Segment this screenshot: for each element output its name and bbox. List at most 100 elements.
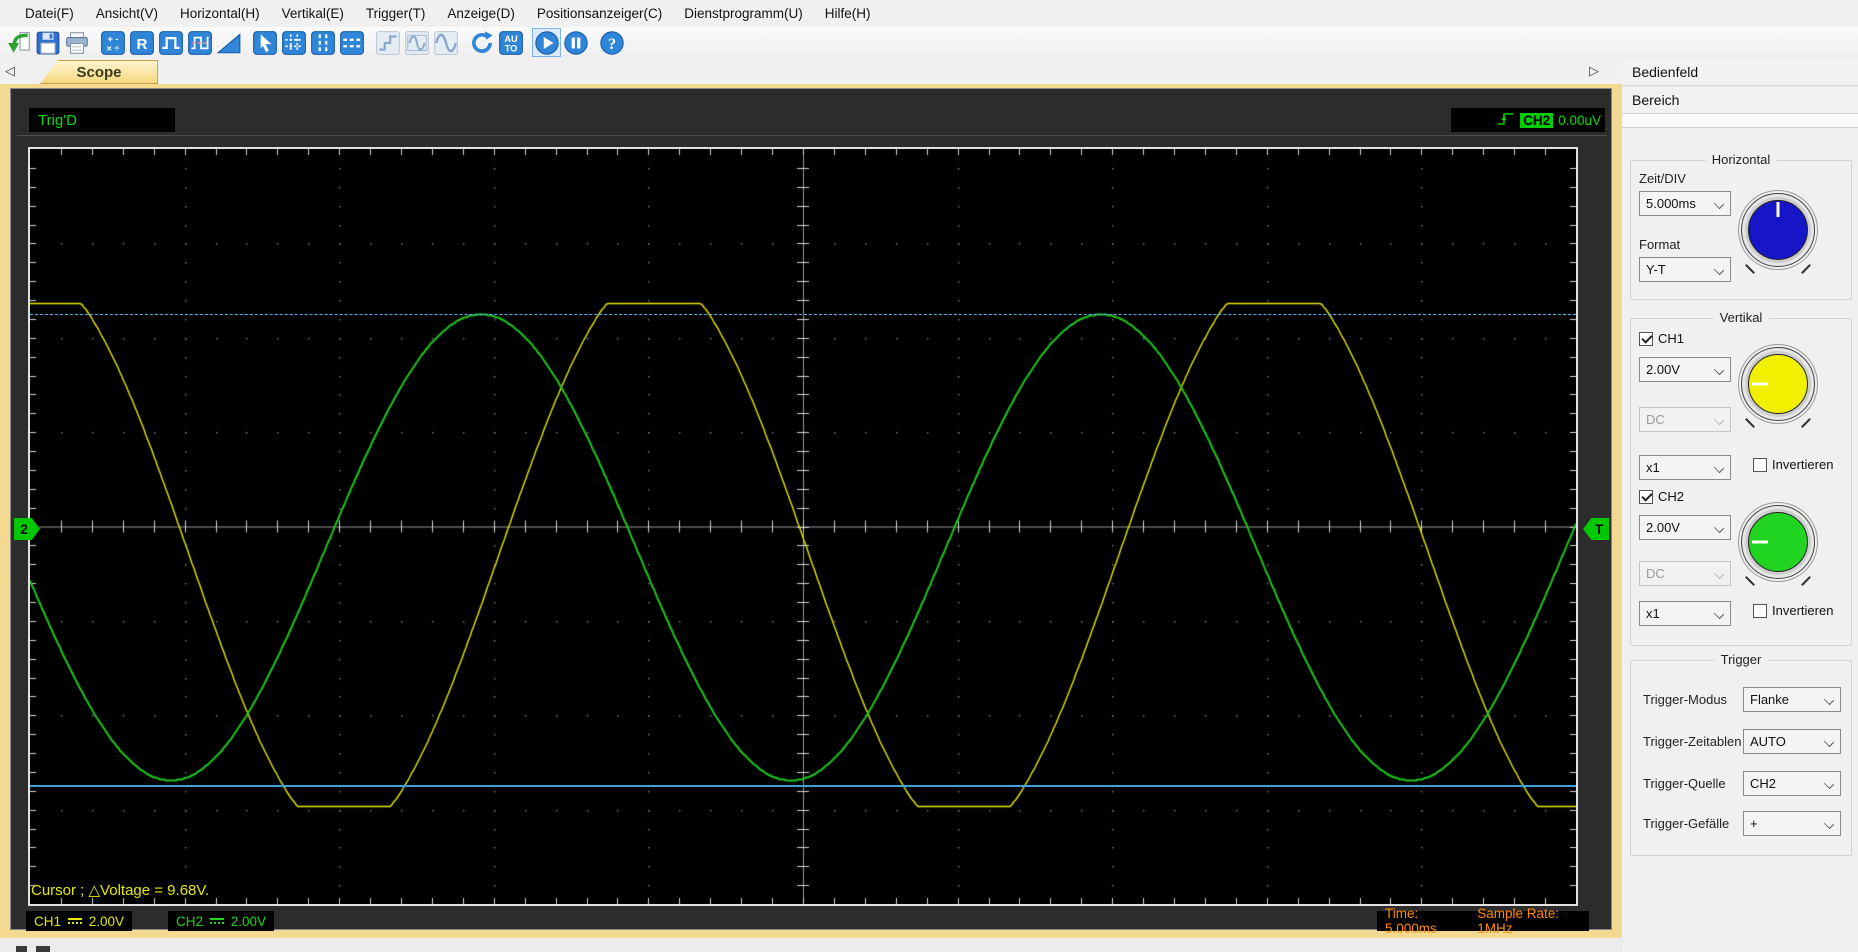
dc-coupling-icon (68, 918, 82, 924)
format-label: Format (1639, 237, 1681, 252)
trigger-slope-icon (1497, 111, 1515, 130)
menu-item-anzeiged[interactable]: Anzeige(D) (436, 2, 526, 25)
tab-strip: ◁ Scope ▷ (0, 58, 1622, 84)
ch2-enable-checkbox[interactable] (1639, 489, 1653, 504)
trigger-status-readout: Trig'D (29, 108, 175, 132)
menu-item-horizontalh[interactable]: Horizontal(H) (169, 2, 271, 25)
menu-item-positionsanzeigerc[interactable]: Positionsanzeiger(C) (526, 2, 673, 25)
ch2-position-knob[interactable] (1738, 502, 1818, 582)
menu-item-hilfeh[interactable]: Hilfe(H) (814, 2, 882, 25)
cursor-button[interactable] (251, 29, 278, 56)
ch2-invert-checkbox[interactable] (1753, 603, 1767, 618)
menu-bar: Datei(F) Ansicht(V) Horizontal(H) Vertikal(… (0, 0, 1858, 27)
timebase-status: Time: 5.000ms Sample Rate: 1MHz (1377, 906, 1589, 936)
tab-content-border-left (0, 88, 10, 938)
ch1-volts-select[interactable]: 2.00V (1639, 357, 1731, 382)
help-button[interactable]: ? (598, 29, 625, 56)
ch2-coupling-select: DC (1639, 561, 1731, 586)
ramp-button[interactable] (215, 29, 242, 56)
trigger-slope-label: Trigger-Gefälle (1643, 816, 1730, 831)
trigger-level-readout: 0.00uV (1558, 112, 1601, 128)
trigger-mode-select[interactable]: Flanke (1743, 687, 1841, 712)
reference-button[interactable]: R (128, 29, 155, 56)
scope-display-panel: Trig'D CH2 0.00uV 2 T Cursor ; △Voltage … (10, 88, 1613, 936)
voltage-cursor-1[interactable] (30, 314, 1576, 315)
ch2-status: CH2 2.00V (168, 911, 274, 931)
math-button[interactable]: + - × ÷ (99, 29, 126, 56)
cursor-measurement-readout: Cursor ; △Voltage = 9.68V. (31, 882, 210, 899)
auto-set-button[interactable]: AU TO (497, 29, 524, 56)
menu-item-dateif[interactable]: Datei(F) (14, 2, 85, 25)
print-button[interactable] (63, 29, 90, 56)
scope-separator (17, 135, 1607, 136)
ch2-invert-row: Invertieren (1753, 603, 1833, 618)
dc-coupling-icon (210, 918, 224, 924)
sample-rate-readout: Sample Rate: 1MHz (1477, 906, 1560, 936)
time-per-div-label: Zeit/DIV (1639, 171, 1686, 186)
scope-status-bar: CH1 2.00V CH2 2.00V Time: 5.000ms Sample R… (11, 906, 1613, 936)
grid-button[interactable] (280, 29, 307, 56)
vertical-group-legend: Vertikal (1713, 310, 1769, 325)
ch2-volts-select[interactable]: 2.00V (1639, 515, 1731, 540)
horizontal-group: Horizontal Zeit/DIV 5.000ms Format Y-T (1630, 152, 1852, 300)
ch1-coupling-select: DC (1639, 407, 1731, 432)
ch2-enable-row: CH2 (1639, 489, 1684, 504)
svg-text:R: R (136, 35, 147, 52)
trigger-sweep-select[interactable]: AUTO (1743, 729, 1841, 754)
vertical-group: Vertikal CH1 2.00V DC x1 Invertieren CH2… (1630, 310, 1852, 646)
ch1-enable-checkbox[interactable] (1639, 331, 1653, 346)
dual-square-wave-button[interactable] (186, 29, 213, 56)
waveform-canvas (30, 149, 1576, 904)
svg-text:TO: TO (504, 43, 517, 53)
control-panel: Bedienfeld Bereich Horizontal Zeit/DIV 5… (1622, 58, 1858, 952)
scope-graticule (28, 147, 1578, 906)
sine-box-button[interactable] (403, 29, 430, 56)
menu-item-triggert[interactable]: Trigger(T) (355, 2, 437, 25)
trigger-group-legend: Trigger (1714, 652, 1768, 667)
ch1-invert-checkbox[interactable] (1753, 457, 1767, 472)
ch2-probe-select[interactable]: x1 (1639, 601, 1731, 626)
voltage-cursor-2[interactable] (30, 785, 1576, 787)
pause-button[interactable] (562, 29, 589, 56)
trigger-source-label: Trigger-Quelle (1643, 776, 1726, 791)
partial-text-mark (16, 946, 27, 952)
ch1-label: CH1 (1658, 331, 1685, 346)
ch2-invert-label: Invertieren (1772, 603, 1834, 618)
tab-content-border-right (1612, 88, 1622, 938)
format-select[interactable]: Y-T (1639, 257, 1731, 282)
menu-item-dienstprogrammu[interactable]: Dienstprogramm(U) (673, 2, 814, 25)
sine-wave-button[interactable] (432, 29, 459, 56)
trigger-indicator: CH2 0.00uV (1451, 108, 1605, 132)
trigger-source-select[interactable]: CH2 (1743, 771, 1841, 796)
step-wave-button[interactable] (374, 29, 401, 56)
horizontal-position-knob[interactable] (1738, 190, 1818, 270)
horizontal-cursors-button[interactable] (338, 29, 365, 56)
square-wave-button[interactable] (157, 29, 184, 56)
trigger-sweep-label: Trigger-Zeitablen (1643, 734, 1742, 749)
tab-scroll-left-icon[interactable]: ◁ (2, 63, 18, 79)
svg-text:+ -: + - (107, 33, 118, 43)
trigger-mode-label: Trigger-Modus (1643, 692, 1728, 707)
ch1-position-knob[interactable] (1738, 344, 1818, 424)
tab-scope[interactable]: Scope (40, 60, 158, 84)
menu-item-ansichtv[interactable]: Ansicht(V) (85, 2, 169, 25)
ch1-probe-select[interactable]: x1 (1639, 455, 1731, 480)
trigger-group: Trigger Trigger-Modus Flanke Trigger-Zei… (1630, 652, 1852, 856)
refresh-button[interactable] (468, 29, 495, 56)
svg-text:× ÷: × ÷ (106, 43, 119, 53)
trigger-level-marker[interactable]: T (1583, 518, 1609, 540)
svg-text:AU: AU (504, 33, 518, 43)
save-button[interactable] (34, 29, 61, 56)
trigger-source-badge: CH2 (1520, 112, 1554, 128)
run-button[interactable] (532, 28, 561, 57)
horizontal-group-legend: Horizontal (1705, 152, 1777, 167)
trigger-slope-select[interactable]: + (1743, 811, 1841, 836)
time-per-div-select[interactable]: 5.000ms (1639, 191, 1731, 216)
tab-scroll-right-icon[interactable]: ▷ (1586, 63, 1602, 79)
time-per-div-readout: Time: 5.000ms (1385, 906, 1437, 936)
menu-item-vertikale[interactable]: Vertikal(E) (271, 2, 355, 25)
ch2-label: CH2 (1658, 489, 1685, 504)
panel-subtitle[interactable]: Bereich (1622, 87, 1858, 114)
vertical-cursors-button[interactable] (309, 29, 336, 56)
open-button[interactable] (5, 29, 32, 56)
